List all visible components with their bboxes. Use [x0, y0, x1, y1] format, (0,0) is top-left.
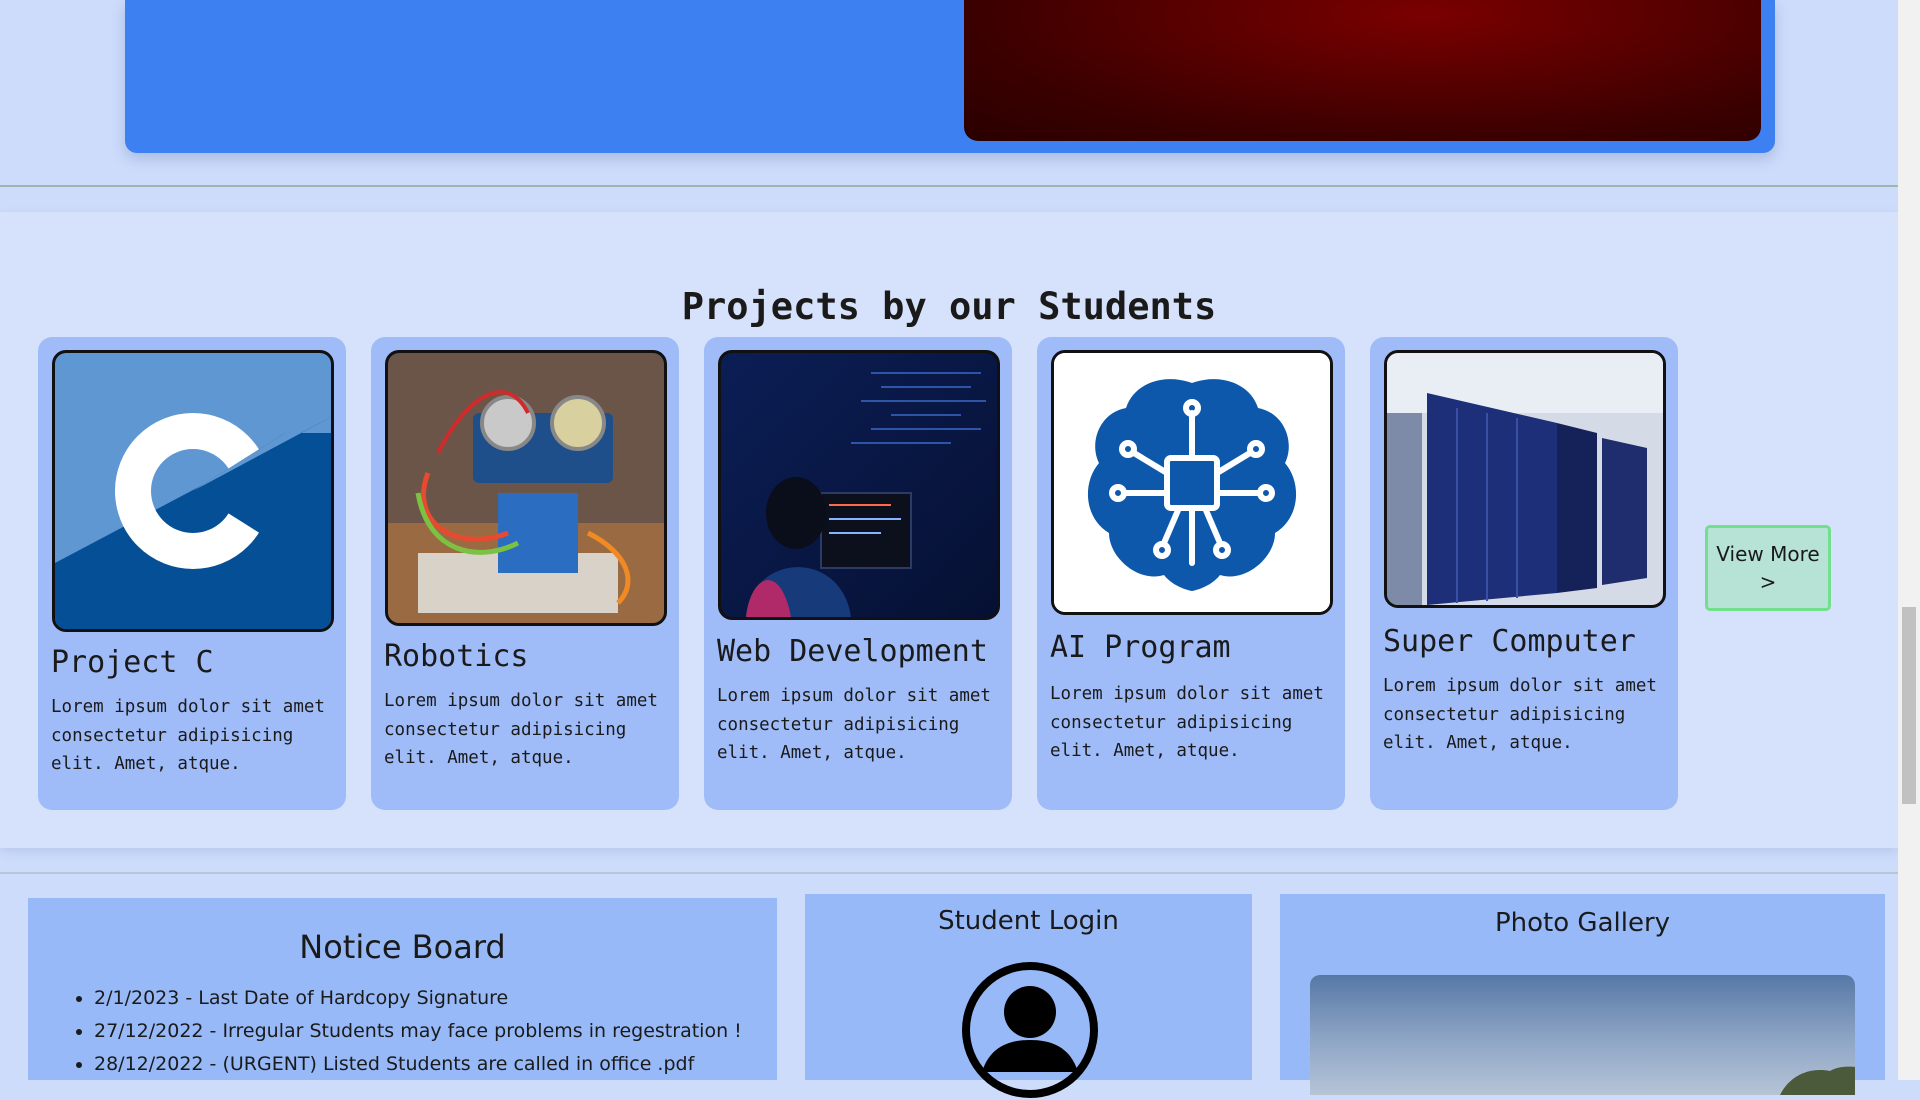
student-login-title: Student Login: [938, 906, 1119, 936]
server-rack-icon: [1387, 353, 1663, 605]
c-logo-icon: [55, 353, 331, 629]
page-scrollbar[interactable]: [1898, 0, 1920, 1080]
project-card-desc: Lorem ipsum dolor sit amet consectetur a…: [1383, 676, 1657, 753]
user-avatar-icon[interactable]: [960, 960, 1100, 1100]
project-card-desc: Lorem ipsum dolor sit amet consectetur a…: [384, 691, 658, 768]
notice-item[interactable]: 28/12/2022 - (URGENT) Listed Students ar…: [94, 1048, 742, 1081]
brain-circuit-icon: [1054, 353, 1330, 612]
view-more-button[interactable]: View More >: [1705, 525, 1831, 611]
section-divider: [0, 872, 1898, 874]
project-card-webdev[interactable]: Web Development Lorem ipsum dolor sit am…: [704, 337, 1012, 810]
project-card-desc: Lorem ipsum dolor sit amet consectetur a…: [717, 686, 991, 763]
project-card-c[interactable]: Project C Lorem ipsum dolor sit amet con…: [38, 337, 346, 810]
robotics-image: [385, 350, 667, 626]
project-card-desc: Lorem ipsum dolor sit amet consectetur a…: [1050, 684, 1324, 761]
notice-item[interactable]: 2/1/2023 - Last Date of Hardcopy Signatu…: [94, 982, 742, 1015]
photo-gallery-title: Photo Gallery: [1494, 908, 1671, 938]
section-divider: [0, 185, 1898, 187]
hero-banner: [125, 0, 1775, 153]
scrollbar-thumb[interactable]: [1902, 607, 1916, 804]
projects-section: Projects by our Students Project C Lorem…: [0, 212, 1898, 848]
notice-item[interactable]: 27/12/2022 - Irregular Students may face…: [94, 1015, 742, 1048]
supercomputer-image: [1384, 350, 1666, 608]
webdev-image: [718, 350, 1000, 620]
project-card-title: Project C: [51, 645, 214, 680]
project-card-supercomputer[interactable]: Super Computer Lorem ipsum dolor sit ame…: [1370, 337, 1678, 810]
project-card-title: AI Program: [1050, 630, 1231, 665]
project-card-title: Super Computer: [1383, 624, 1636, 659]
notice-list: 2/1/2023 - Last Date of Hardcopy Signatu…: [72, 982, 742, 1081]
hero-slide-image: [964, 0, 1761, 141]
project-card-title: Robotics: [384, 639, 529, 674]
projects-title: Projects by our Students: [681, 284, 1217, 328]
notice-board-title: Notice Board: [299, 928, 506, 966]
robot-icon: [388, 353, 664, 623]
gallery-photo[interactable]: [1310, 975, 1855, 1095]
project-card-title: Web Development: [717, 634, 988, 669]
project-card-robotics[interactable]: Robotics Lorem ipsum dolor sit amet cons…: [371, 337, 679, 810]
project-card-ai[interactable]: AI Program Lorem ipsum dolor sit amet co…: [1037, 337, 1345, 810]
notice-board: Notice Board 2/1/2023 - Last Date of Har…: [28, 898, 777, 1080]
student-login-panel: Student Login: [805, 894, 1252, 1098]
coding-desk-icon: [721, 353, 997, 617]
project-card-desc: Lorem ipsum dolor sit amet consectetur a…: [51, 697, 325, 774]
ai-image: [1051, 350, 1333, 615]
photo-gallery-panel: Photo Gallery: [1280, 894, 1885, 1095]
gallery-photo-scene: [1780, 1066, 1855, 1095]
project-c-image: [52, 350, 334, 632]
